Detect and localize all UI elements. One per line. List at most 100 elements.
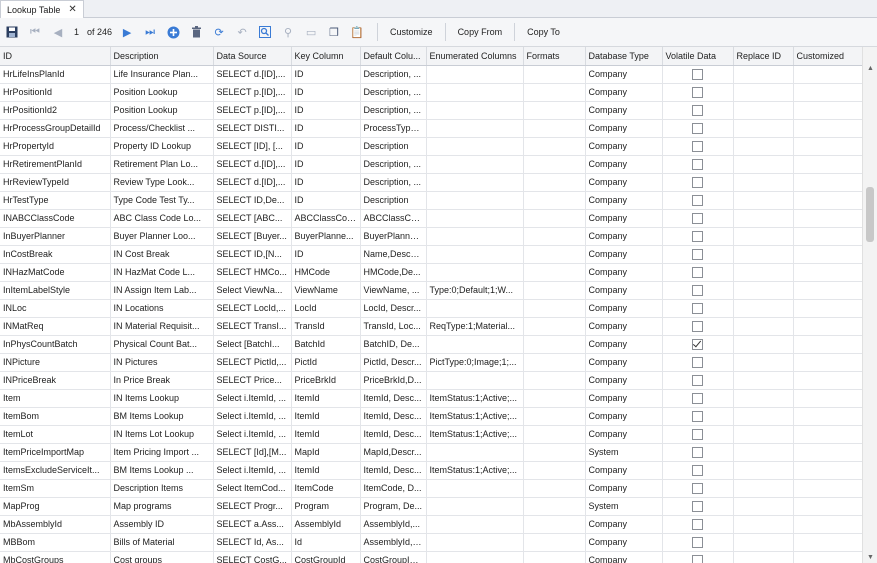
- table-cell[interactable]: INPicture: [0, 353, 111, 372]
- table-cell[interactable]: BuyerPlanne...: [360, 227, 427, 246]
- table-cell[interactable]: HrPositionId: [0, 83, 111, 102]
- table-cell[interactable]: [523, 173, 586, 192]
- table-cell[interactable]: System: [585, 443, 663, 462]
- table-cell[interactable]: [733, 389, 794, 408]
- table-row[interactable]: ItemsExcludeServiceIt... BM Items Lookup …: [0, 461, 862, 480]
- table-cell[interactable]: [523, 551, 586, 563]
- table-cell[interactable]: HrLifeInsPlanId: [0, 65, 111, 84]
- volatile-data-checkbox[interactable]: [692, 374, 703, 386]
- table-cell[interactable]: [426, 515, 524, 534]
- table-cell[interactable]: InCostBreak: [0, 245, 111, 264]
- volatile-data-checkbox[interactable]: [692, 428, 703, 440]
- table-row[interactable]: MBBom Bills of Material SELECT Id, As... Id…: [0, 533, 862, 552]
- table-cell[interactable]: [523, 281, 586, 300]
- table-cell[interactable]: Description, ...: [360, 101, 427, 120]
- refresh-button[interactable]: ⟳: [210, 22, 228, 42]
- table-cell[interactable]: [793, 317, 862, 336]
- table-cell[interactable]: [793, 281, 862, 300]
- table-row[interactable]: INLoc IN Locations SELECT LocId,... LocId Lo…: [0, 299, 862, 318]
- table-cell[interactable]: IN Locations: [110, 299, 214, 318]
- table-cell[interactable]: [523, 155, 586, 174]
- table-cell[interactable]: PictId, Descr...: [360, 353, 427, 372]
- first-page-button[interactable]: ⏮: [26, 22, 44, 42]
- copy-to-button[interactable]: Copy To: [521, 27, 566, 37]
- table-cell[interactable]: System: [585, 497, 663, 516]
- table-cell[interactable]: [426, 209, 524, 228]
- table-cell[interactable]: [793, 353, 862, 372]
- table-cell[interactable]: [733, 443, 794, 462]
- table-cell[interactable]: [426, 551, 524, 563]
- table-row[interactable]: Item IN Items Lookup Select i.ItemId, ... I…: [0, 389, 862, 408]
- table-cell[interactable]: Position Lookup: [110, 101, 214, 120]
- table-cell[interactable]: ID: [291, 101, 361, 120]
- table-cell[interactable]: [733, 551, 794, 563]
- find-button[interactable]: [256, 22, 274, 42]
- table-row[interactable]: INABCClassCode ABC Class Code Lo... SELECT…: [0, 209, 862, 228]
- table-cell[interactable]: ItemStatus:1;Active;...: [426, 425, 524, 444]
- table-cell[interactable]: [426, 191, 524, 210]
- table-row[interactable]: MbAssemblyId Assembly ID SELECT a.Ass... As…: [0, 515, 862, 534]
- table-cell[interactable]: [523, 479, 586, 498]
- table-cell[interactable]: ItemSm: [0, 479, 111, 498]
- table-row[interactable]: HrTestType Type Code Test Ty... SELECT ID,…: [0, 191, 862, 210]
- table-cell[interactable]: ABCClassCode: [291, 209, 361, 228]
- table-cell[interactable]: Select i.ItemId, ...: [213, 407, 292, 426]
- table-cell[interactable]: Life Insurance Plan...: [110, 65, 214, 84]
- table-cell[interactable]: [426, 245, 524, 264]
- table-cell[interactable]: Company: [585, 191, 663, 210]
- table-cell[interactable]: ProcessType...: [360, 119, 427, 138]
- table-cell[interactable]: [793, 425, 862, 444]
- volatile-data-checkbox[interactable]: [692, 338, 703, 350]
- volatile-data-checkbox[interactable]: [692, 320, 703, 332]
- table-cell[interactable]: [793, 407, 862, 426]
- table-cell[interactable]: Company: [585, 209, 663, 228]
- table-cell[interactable]: Type Code Test Ty...: [110, 191, 214, 210]
- table-cell[interactable]: ItemCode: [291, 479, 361, 498]
- table-row[interactable]: HrProcessGroupDetailId Process/Checklist …: [0, 119, 862, 138]
- table-cell[interactable]: ID: [291, 65, 361, 84]
- table-cell[interactable]: Company: [585, 461, 663, 480]
- table-cell[interactable]: SELECT DISTI...: [213, 119, 292, 138]
- table-cell[interactable]: ID: [291, 191, 361, 210]
- table-cell[interactable]: [793, 83, 862, 102]
- table-row[interactable]: ItemLot IN Items Lot Lookup Select i.ItemI…: [0, 425, 862, 444]
- table-cell[interactable]: HMCode,De...: [360, 263, 427, 282]
- table-cell[interactable]: [523, 245, 586, 264]
- table-cell[interactable]: BM Items Lookup: [110, 407, 214, 426]
- table-cell[interactable]: [733, 515, 794, 534]
- table-cell[interactable]: MbCostGroups: [0, 551, 111, 563]
- table-cell[interactable]: [523, 191, 586, 210]
- table-cell[interactable]: Company: [585, 425, 663, 444]
- volatile-data-checkbox[interactable]: [692, 140, 703, 152]
- table-cell[interactable]: [426, 173, 524, 192]
- scroll-down-icon[interactable]: ▼: [867, 554, 874, 561]
- table-row[interactable]: INPriceBreak In Price Break SELECT Price..…: [0, 371, 862, 390]
- vertical-scrollbar[interactable]: ▲ ▼: [862, 47, 877, 563]
- table-cell[interactable]: SELECT Progr...: [213, 497, 292, 516]
- table-cell[interactable]: SELECT ID,De...: [213, 191, 292, 210]
- table-cell[interactable]: Item Pricing Import ...: [110, 443, 214, 462]
- table-cell[interactable]: Company: [585, 65, 663, 84]
- table-cell[interactable]: Select i.ItemId, ...: [213, 425, 292, 444]
- table-cell[interactable]: [793, 515, 862, 534]
- table-cell[interactable]: Company: [585, 119, 663, 138]
- table-cell[interactable]: [426, 155, 524, 174]
- table-row[interactable]: HrRetirementPlanId Retirement Plan Lo... S…: [0, 155, 862, 174]
- table-cell[interactable]: MBBom: [0, 533, 111, 552]
- volatile-data-cell[interactable]: [662, 173, 734, 192]
- table-cell[interactable]: MbAssemblyId: [0, 515, 111, 534]
- table-cell[interactable]: [426, 137, 524, 156]
- volatile-data-checkbox[interactable]: [692, 446, 703, 458]
- table-cell[interactable]: [426, 101, 524, 120]
- table-cell[interactable]: PriceBrkId,D...: [360, 371, 427, 390]
- column-header[interactable]: Default Colu...: [360, 47, 427, 66]
- table-cell[interactable]: ItemId, Desc...: [360, 389, 427, 408]
- table-cell[interactable]: Description, ...: [360, 155, 427, 174]
- volatile-data-checkbox[interactable]: [692, 536, 703, 548]
- table-cell[interactable]: [523, 515, 586, 534]
- table-cell[interactable]: [523, 65, 586, 84]
- table-cell[interactable]: ItemPriceImportMap: [0, 443, 111, 462]
- table-cell[interactable]: SELECT ID,[N...: [213, 245, 292, 264]
- table-cell[interactable]: [733, 371, 794, 390]
- table-cell[interactable]: [793, 137, 862, 156]
